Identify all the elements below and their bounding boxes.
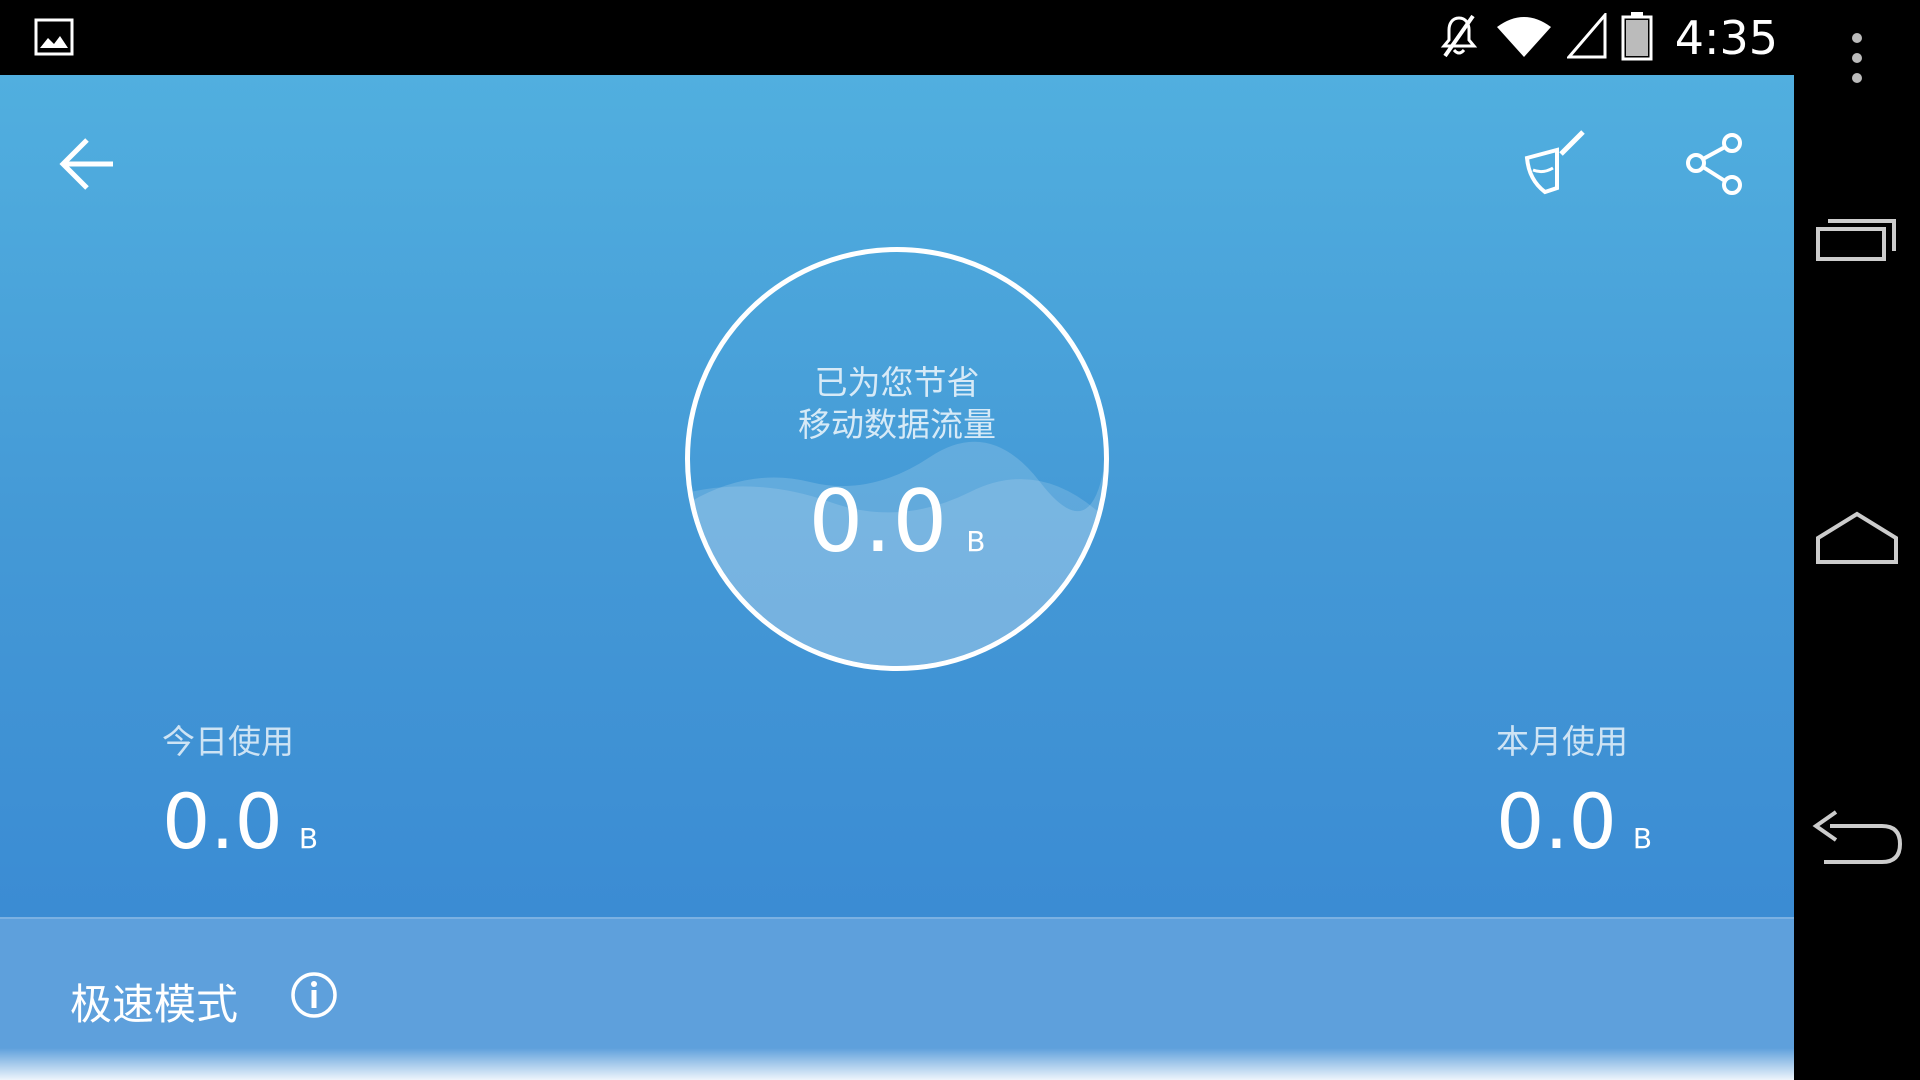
overflow-menu-icon xyxy=(1849,32,1865,88)
speed-mode-panel[interactable]: 极速模式 xyxy=(0,917,1794,1080)
month-value: 0.0 xyxy=(1496,777,1617,866)
share-icon xyxy=(1682,131,1748,201)
recent-apps-icon xyxy=(1814,213,1900,267)
home-icon xyxy=(1814,510,1900,570)
savings-value: 0.0 xyxy=(808,472,949,572)
savings-title-line1: 已为您节省 xyxy=(814,363,980,402)
overflow-menu-button[interactable] xyxy=(1794,30,1920,90)
today-value: 0.0 xyxy=(162,777,283,866)
home-button[interactable] xyxy=(1794,500,1920,580)
back-icon xyxy=(1810,808,1904,872)
nav-back-button[interactable] xyxy=(1794,800,1920,880)
broom-icon xyxy=(1517,128,1589,204)
speed-mode-label: 极速模式 xyxy=(70,980,239,1029)
battery-icon xyxy=(1621,11,1653,65)
wifi-icon xyxy=(1495,13,1553,63)
savings-title-line2: 移动数据流量 xyxy=(798,405,996,444)
share-button[interactable] xyxy=(1672,123,1758,209)
today-unit: B xyxy=(298,822,319,855)
signal-icon xyxy=(1565,10,1607,63)
arrow-left-icon xyxy=(57,136,117,196)
recent-apps-button[interactable] xyxy=(1794,200,1920,280)
app-screen: 已为您节省 移动数据流量 0.0 B 今日使用 0.0 B 本月使用 0.0 B 极速… xyxy=(0,75,1794,1080)
month-label: 本月使用 xyxy=(1496,722,1628,761)
navigation-bar xyxy=(1794,0,1920,1080)
month-usage: 本月使用 0.0 B xyxy=(1496,715,1652,866)
today-usage: 今日使用 0.0 B xyxy=(162,715,318,866)
gallery-icon xyxy=(34,18,74,60)
savings-unit: B xyxy=(966,525,986,558)
today-label: 今日使用 xyxy=(162,722,294,761)
clock: 4:35 xyxy=(1674,10,1778,65)
panel-fade xyxy=(0,1048,1794,1080)
clean-button[interactable] xyxy=(1510,123,1596,209)
status-bar: 4:35 xyxy=(0,0,1794,75)
savings-value-row: 0.0 B xyxy=(690,472,1104,572)
wave-graphic xyxy=(690,441,1104,666)
savings-circle: 已为您节省 移动数据流量 0.0 B xyxy=(685,247,1109,671)
back-button[interactable] xyxy=(44,123,130,209)
status-icons: 4:35 xyxy=(1437,0,1778,75)
info-icon[interactable] xyxy=(290,971,338,1019)
month-unit: B xyxy=(1632,822,1653,855)
mute-icon xyxy=(1437,12,1481,64)
